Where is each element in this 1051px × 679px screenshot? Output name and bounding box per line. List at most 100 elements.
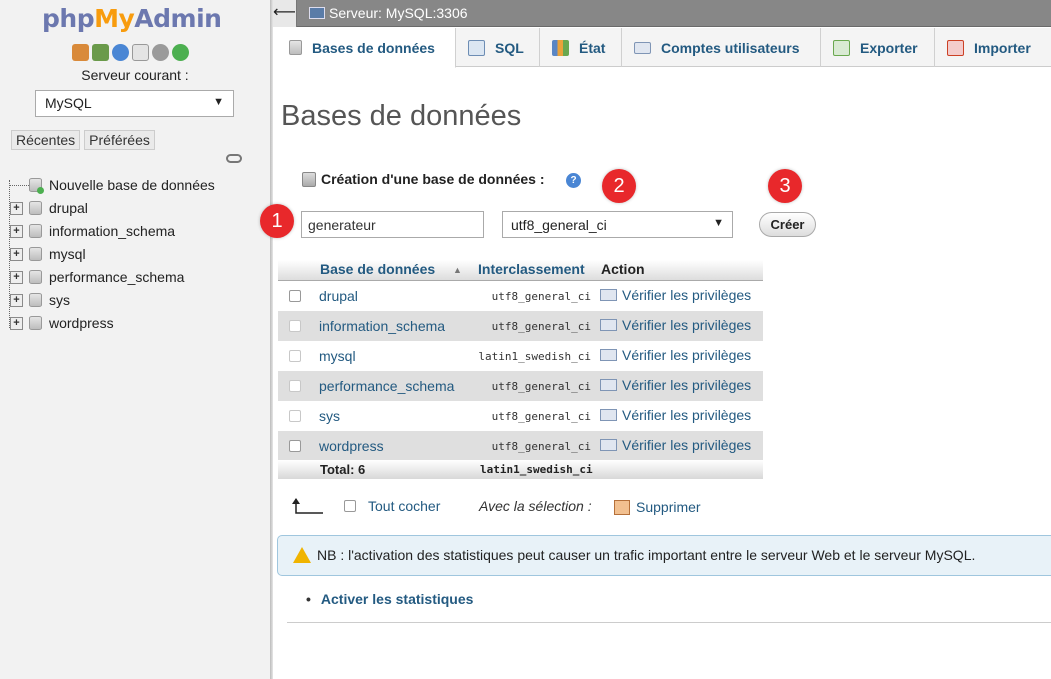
server-icon	[309, 7, 325, 19]
delete-button[interactable]: Supprimer	[614, 499, 701, 515]
notice-box: NB : l'activation des statistiques peut …	[277, 535, 1051, 576]
collation-value: utf8_general_ci	[491, 290, 591, 303]
tree-item-label[interactable]: wordpress	[49, 315, 114, 331]
tree-item-performance-schema[interactable]: + performance_schema	[10, 267, 184, 287]
database-icon	[289, 40, 302, 55]
database-link[interactable]: performance_schema	[319, 378, 454, 394]
check-all-control[interactable]: Tout cocher	[344, 498, 440, 514]
tab-databases[interactable]: Bases de données	[273, 28, 456, 68]
main-tabs: Bases de données SQL État Comptes utilis…	[273, 28, 1051, 68]
check-privileges-label: Vérifier les privilèges	[622, 317, 752, 333]
notice-text: NB : l'activation des statistiques peut …	[317, 547, 976, 563]
row-checkbox[interactable]	[289, 320, 301, 332]
top-bar: ⟵ Serveur: MySQL:3306	[273, 0, 1051, 27]
row-checkbox[interactable]	[289, 440, 301, 452]
warning-icon	[293, 547, 311, 563]
database-link[interactable]: drupal	[319, 288, 358, 304]
home-icon[interactable]	[72, 44, 89, 61]
header-collation[interactable]: Interclassement	[478, 261, 585, 277]
check-privileges-link[interactable]: Vérifier les privilèges	[600, 377, 751, 393]
tab-recent[interactable]: Récentes	[11, 130, 81, 150]
check-all-label[interactable]: Tout cocher	[368, 498, 440, 514]
tab-user-accounts[interactable]: Comptes utilisateurs	[622, 28, 821, 67]
tree-item-information-schema[interactable]: + information_schema	[10, 221, 175, 241]
tab-status[interactable]: État	[540, 28, 622, 67]
table-row: wordpress utf8_general_ci Vérifier les p…	[278, 431, 763, 461]
tree-item-label[interactable]: mysql	[49, 246, 86, 262]
tree-item-mysql[interactable]: + mysql	[10, 244, 86, 264]
expand-icon[interactable]: +	[10, 247, 23, 261]
expand-icon[interactable]: +	[10, 270, 23, 284]
tree-item-drupal[interactable]: + drupal	[10, 198, 88, 218]
tab-sql[interactable]: SQL	[456, 28, 540, 67]
check-privileges-link[interactable]: Vérifier les privilèges	[600, 407, 751, 423]
check-privileges-link[interactable]: Vérifier les privilèges	[600, 437, 751, 453]
table-row: information_schema utf8_general_ci Vérif…	[278, 311, 763, 341]
exit-icon[interactable]	[92, 44, 109, 61]
header-database[interactable]: Base de données	[320, 261, 435, 277]
breadcrumb[interactable]: Serveur: MySQL:3306	[309, 5, 468, 21]
row-checkbox[interactable]	[289, 350, 301, 362]
tree-item-label[interactable]: drupal	[49, 200, 88, 216]
tree-item-sys[interactable]: + sys	[10, 290, 70, 310]
server-select[interactable]: MySQL ▼	[35, 90, 234, 117]
enable-statistics-link[interactable]: Activer les statistiques	[306, 591, 474, 607]
with-selection-label: Avec la sélection :	[479, 498, 592, 514]
expand-icon[interactable]: +	[10, 293, 23, 307]
row-checkbox[interactable]	[289, 410, 301, 422]
tree-item-label[interactable]: sys	[49, 292, 70, 308]
database-name-input[interactable]	[301, 211, 484, 238]
row-checkbox[interactable]	[289, 290, 301, 302]
server-select-value: MySQL	[45, 95, 92, 111]
check-privileges-link[interactable]: Vérifier les privilèges	[600, 287, 751, 303]
tree-item-new-database[interactable]: Nouvelle base de données	[10, 175, 215, 195]
delete-label: Supprimer	[636, 499, 701, 515]
privileges-icon	[600, 409, 617, 421]
tab-favorites[interactable]: Préférées	[84, 130, 155, 150]
total-count: Total: 6	[320, 462, 366, 477]
database-link[interactable]: wordpress	[319, 438, 384, 454]
database-link[interactable]: sys	[319, 408, 340, 424]
row-checkbox[interactable]	[289, 380, 301, 392]
privileges-icon	[600, 289, 617, 301]
help-icon[interactable]: ?	[566, 173, 581, 188]
tab-export-label: Exporter	[860, 39, 918, 56]
tab-import[interactable]: Importer	[935, 28, 1051, 67]
tab-export[interactable]: Exporter	[821, 28, 935, 67]
tree-item-label[interactable]: information_schema	[49, 223, 175, 239]
check-privileges-link[interactable]: Vérifier les privilèges	[600, 347, 751, 363]
create-button[interactable]: Créer	[759, 212, 816, 237]
check-all-checkbox[interactable]	[344, 500, 356, 512]
settings-icon[interactable]	[152, 44, 169, 61]
reload-icon[interactable]	[172, 44, 189, 61]
database-icon	[29, 293, 42, 307]
check-privileges-link[interactable]: Vérifier les privilèges	[600, 317, 751, 333]
database-link[interactable]: mysql	[319, 348, 356, 364]
tree-item-label[interactable]: performance_schema	[49, 269, 184, 285]
collation-value: utf8_general_ci	[491, 440, 591, 453]
chevron-down-icon: ▼	[213, 96, 224, 108]
tree-item-wordpress[interactable]: + wordpress	[10, 313, 114, 333]
docs-icon[interactable]	[132, 44, 149, 61]
collation-select[interactable]: utf8_general_ci ▼	[502, 211, 733, 238]
phpmyadmin-logo[interactable]: phpMyAdmin	[42, 4, 222, 33]
create-database-label: Création d'une base de données :	[321, 171, 545, 187]
sidebar-resizer[interactable]	[270, 0, 273, 679]
check-privileges-label: Vérifier les privilèges	[622, 377, 752, 393]
expand-icon[interactable]: +	[10, 201, 23, 215]
current-server-label: Serveur courant :	[81, 67, 189, 83]
link-icon[interactable]	[226, 154, 242, 163]
sort-ascending-icon: ▲	[453, 265, 462, 275]
breadcrumb-server[interactable]: Serveur: MySQL:3306	[329, 5, 468, 21]
tree-connector	[10, 184, 29, 186]
database-link[interactable]: information_schema	[319, 318, 445, 334]
privileges-icon	[600, 319, 617, 331]
delete-icon	[614, 499, 630, 515]
database-icon	[29, 224, 42, 238]
collapse-sidebar-button[interactable]: ⟵	[273, 0, 297, 27]
step-badge-2: 2	[602, 169, 636, 203]
help-icon[interactable]	[112, 44, 129, 61]
expand-icon[interactable]: +	[10, 316, 23, 330]
logo-admin: Admin	[134, 4, 222, 33]
expand-icon[interactable]: +	[10, 224, 23, 238]
